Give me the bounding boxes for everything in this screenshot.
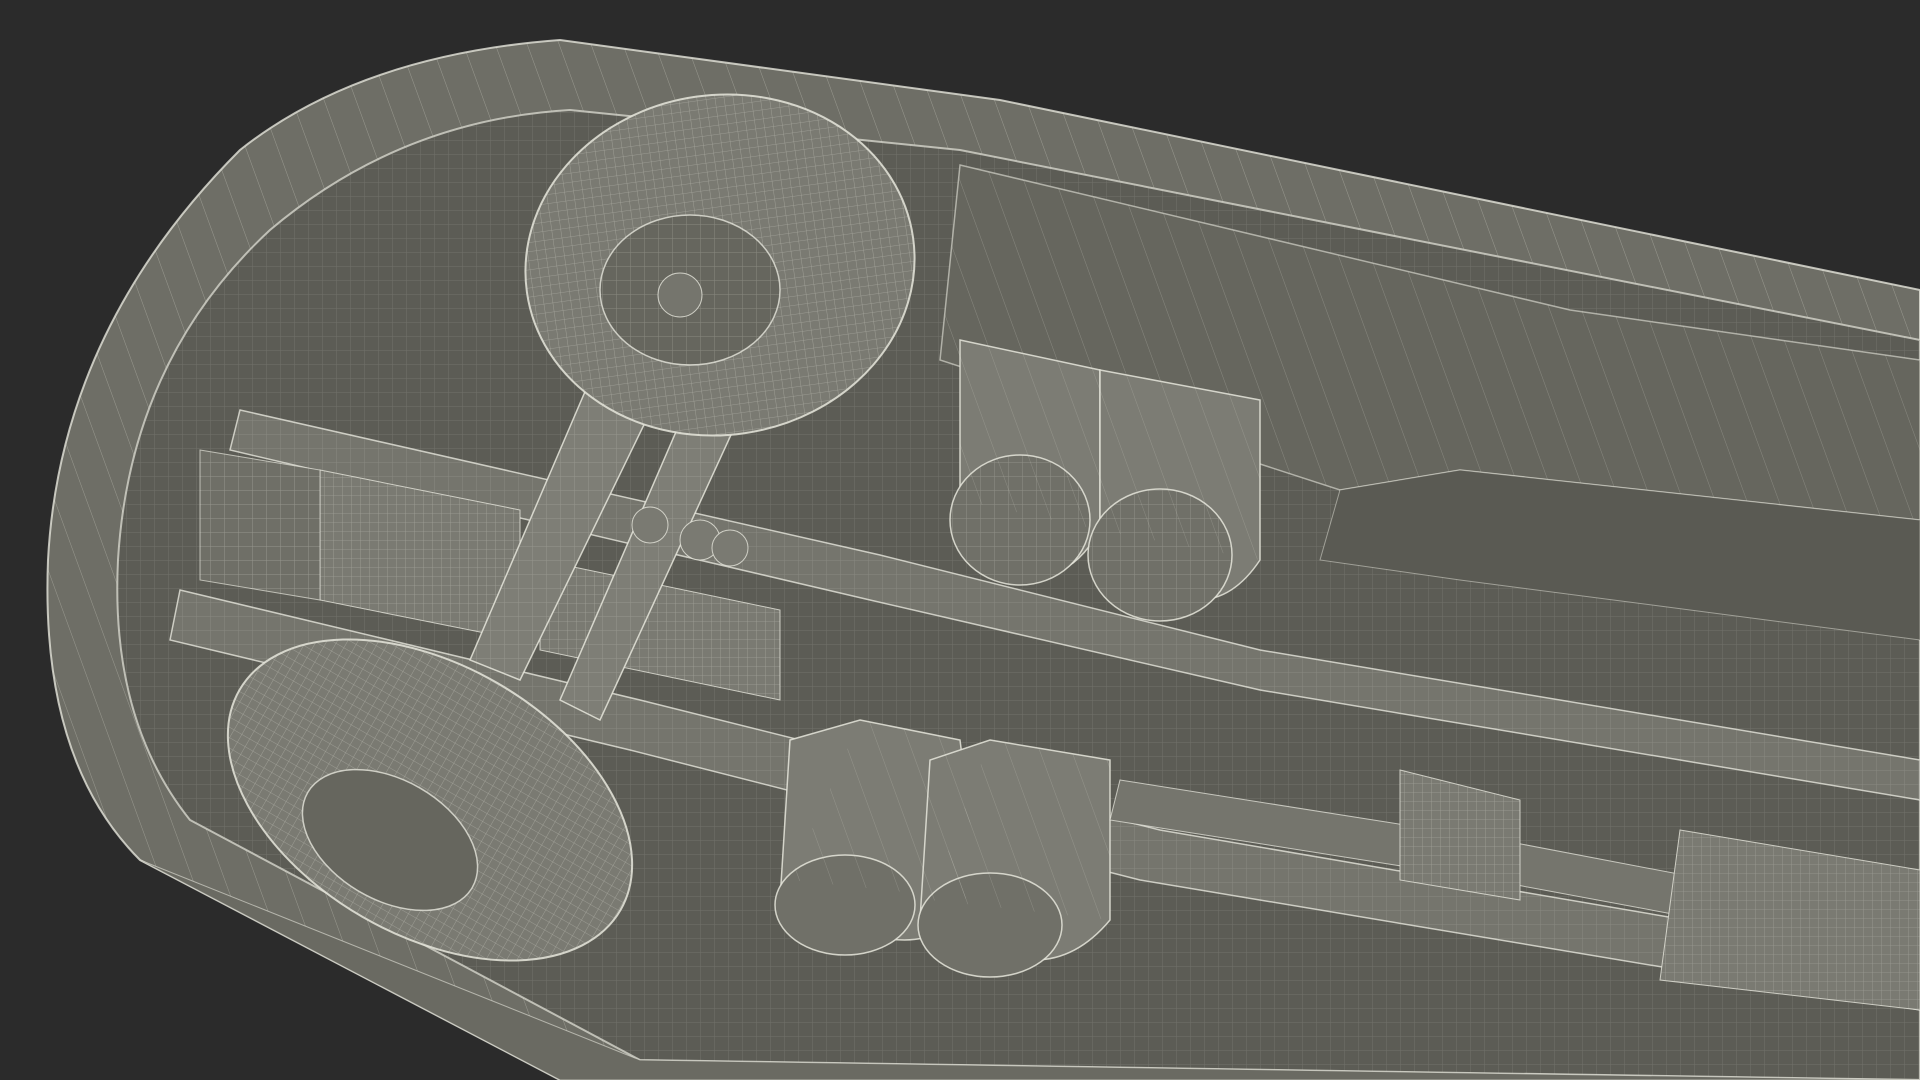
vehicle-underbody-wireframe-render <box>0 0 1920 1080</box>
render-viewport <box>0 0 1920 1080</box>
air-tanks-lower <box>774 719 1111 978</box>
